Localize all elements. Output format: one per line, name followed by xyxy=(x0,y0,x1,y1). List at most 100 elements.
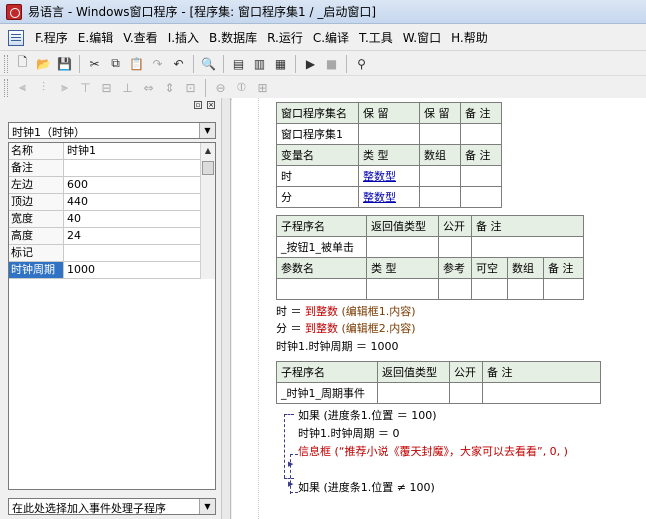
save-icon[interactable]: 💾 xyxy=(54,54,75,74)
align-bottom-icon[interactable]: ⊥ xyxy=(117,78,138,98)
code-line[interactable]: 时钟1.时钟周期 ＝ 0 xyxy=(298,425,400,441)
close-icon[interactable]: × xyxy=(207,101,215,109)
menu-run[interactable]: R.运行 xyxy=(262,29,308,46)
assembly-name-cell[interactable]: 窗口程序集1 xyxy=(276,123,359,145)
copy-icon[interactable]: ⧉ xyxy=(105,54,126,74)
chevron-down-icon[interactable]: ▼ xyxy=(199,499,215,514)
same-height-icon[interactable]: ⇕ xyxy=(159,78,180,98)
code-line[interactable]: 如果 (进度条1.位置 ≠ 100) xyxy=(298,479,435,495)
property-row-top[interactable]: 顶边 440 xyxy=(9,194,215,211)
sub-cell[interactable] xyxy=(449,382,483,404)
panel-splitter[interactable] xyxy=(222,98,231,519)
menu-help[interactable]: H.帮助 xyxy=(446,29,493,46)
stop-icon[interactable]: ■ xyxy=(321,54,342,74)
document-icon[interactable] xyxy=(8,29,24,46)
property-row-width[interactable]: 宽度 40 xyxy=(9,211,215,228)
table-row[interactable] xyxy=(276,278,584,300)
param-cell[interactable] xyxy=(507,278,544,300)
var-cell[interactable] xyxy=(419,186,461,208)
property-value[interactable]: 时钟1 xyxy=(64,143,215,159)
menu-tools[interactable]: T.工具 xyxy=(354,29,398,46)
property-value[interactable]: 440 xyxy=(64,194,215,210)
align-center-icon[interactable]: ⫶ xyxy=(33,78,54,98)
menu-compile[interactable]: C.编译 xyxy=(308,29,354,46)
var-type-link[interactable]: 整数型 xyxy=(358,186,420,208)
property-row-interval[interactable]: 时钟周期 1000 xyxy=(9,262,215,279)
layout-bottom-icon[interactable]: ▥ xyxy=(249,54,270,74)
menu-edit[interactable]: E.编辑 xyxy=(73,29,118,46)
align-left-icon[interactable]: ⫷ xyxy=(12,78,33,98)
var-cell[interactable] xyxy=(419,165,461,187)
property-row-left[interactable]: 左边 600 xyxy=(9,177,215,194)
var-cell[interactable] xyxy=(460,186,502,208)
new-file-icon[interactable]: 🗋 xyxy=(12,54,33,74)
property-value[interactable]: 40 xyxy=(64,211,215,227)
property-value[interactable] xyxy=(64,160,215,176)
var-cell[interactable] xyxy=(460,165,502,187)
property-scrollbar[interactable]: ▲ xyxy=(200,143,215,279)
table-row[interactable]: 分 整数型 xyxy=(276,186,502,208)
property-row-height[interactable]: 高度 24 xyxy=(9,228,215,245)
property-value[interactable]: 1000 xyxy=(64,262,215,278)
menu-database[interactable]: B.数据库 xyxy=(204,29,262,46)
assembly-cell[interactable] xyxy=(460,123,502,145)
property-value[interactable]: 600 xyxy=(64,177,215,193)
param-cell[interactable] xyxy=(276,278,367,300)
param-cell[interactable] xyxy=(366,278,439,300)
toolbar-grip[interactable] xyxy=(4,54,8,73)
code-line[interactable]: 如果 (进度条1.位置 ＝ 100) xyxy=(298,407,437,423)
property-row-remark[interactable]: 备注 xyxy=(9,160,215,177)
code-line[interactable]: 时钟1.时钟周期 ＝ 1000 xyxy=(276,338,398,354)
layout-left-icon[interactable]: ▤ xyxy=(228,54,249,74)
param-cell[interactable] xyxy=(471,278,508,300)
param-cell[interactable] xyxy=(438,278,472,300)
binoculars-icon[interactable]: ⚲ xyxy=(351,54,372,74)
same-size-icon[interactable]: ⊡ xyxy=(180,78,201,98)
property-row-tag[interactable]: 标记 xyxy=(9,245,215,262)
align-right-icon[interactable]: ⫸ xyxy=(54,78,75,98)
sub-cell[interactable] xyxy=(482,382,601,404)
code-line[interactable]: 信息框 (“推荐小说《覆天封魔》，大家可以去看看”, 0, ) xyxy=(298,443,568,459)
code-editor[interactable]: 窗口程序集名 保 留 保 留 备 注 窗口程序集1 变量名 类 型 数组 备 注… xyxy=(232,98,646,519)
pin-icon[interactable]: ▫ xyxy=(194,101,202,109)
align-middle-icon[interactable]: ⊟ xyxy=(96,78,117,98)
menu-program[interactable]: F.程序 xyxy=(30,29,73,46)
sub-name-cell[interactable]: _按钮1_被单击 xyxy=(276,236,367,258)
redo-icon[interactable]: ↷ xyxy=(147,54,168,74)
var-name-cell[interactable]: 时 xyxy=(276,165,359,187)
sub-cell[interactable] xyxy=(471,236,584,258)
sub-cell[interactable] xyxy=(438,236,472,258)
event-selector[interactable]: 在此处选择加入事件处理子程序 ▼ xyxy=(8,498,216,515)
property-row-name[interactable]: 名称 时钟1 xyxy=(9,143,215,160)
undo-icon[interactable]: ↶ xyxy=(168,54,189,74)
object-selector[interactable]: 时钟1（时钟） ▼ xyxy=(8,122,216,139)
table-row[interactable]: 时 整数型 xyxy=(276,165,502,187)
assembly-cell[interactable] xyxy=(419,123,461,145)
scroll-thumb[interactable] xyxy=(202,161,214,175)
var-type-link[interactable]: 整数型 xyxy=(358,165,420,187)
scroll-up-icon[interactable]: ▲ xyxy=(201,143,215,158)
assembly-cell[interactable] xyxy=(358,123,420,145)
sub-cell[interactable] xyxy=(377,382,450,404)
find-icon[interactable]: 🔍 xyxy=(198,54,219,74)
grid-icon[interactable]: ⊞ xyxy=(252,78,273,98)
open-folder-icon[interactable]: 📂 xyxy=(33,54,54,74)
center-vertical-icon[interactable]: ⦶ xyxy=(231,78,252,98)
param-cell[interactable] xyxy=(543,278,584,300)
code-line[interactable]: 时 ＝ 到整数 (编辑框1.内容) xyxy=(276,303,416,319)
chevron-down-icon[interactable]: ▼ xyxy=(199,123,215,138)
paste-icon[interactable]: 📋 xyxy=(126,54,147,74)
layout-full-icon[interactable]: ▦ xyxy=(270,54,291,74)
sub-cell[interactable] xyxy=(366,236,439,258)
toolbar-grip[interactable] xyxy=(4,78,8,97)
property-value[interactable] xyxy=(64,245,215,261)
center-horizontal-icon[interactable]: ⊖ xyxy=(210,78,231,98)
run-icon[interactable]: ▶ xyxy=(300,54,321,74)
menu-window[interactable]: W.窗口 xyxy=(398,29,446,46)
same-width-icon[interactable]: ⇔ xyxy=(138,78,159,98)
var-name-cell[interactable]: 分 xyxy=(276,186,359,208)
menu-insert[interactable]: I.插入 xyxy=(163,29,204,46)
property-value[interactable]: 24 xyxy=(64,228,215,244)
sub-name-cell[interactable]: _时钟1_周期事件 xyxy=(276,382,378,404)
menu-view[interactable]: V.查看 xyxy=(118,29,162,46)
